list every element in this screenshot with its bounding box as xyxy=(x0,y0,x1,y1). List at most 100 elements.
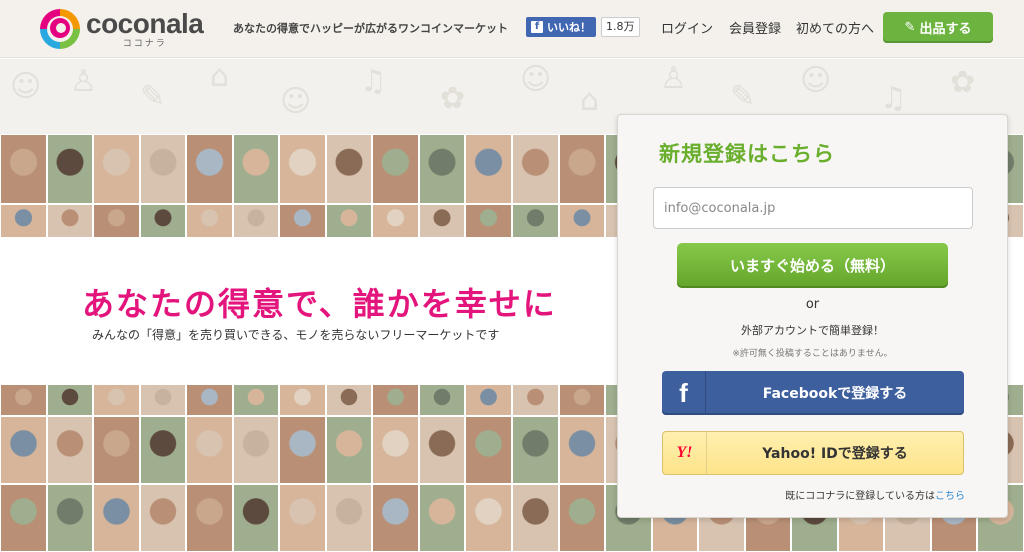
nav-beginners[interactable]: 初めての方へ xyxy=(796,18,874,37)
user-photo xyxy=(139,484,187,552)
coconala-logo-icon xyxy=(40,9,80,49)
or-divider: or xyxy=(805,297,820,312)
email-input[interactable] xyxy=(653,187,973,229)
facebook-register-button[interactable]: f Facebookで登録する xyxy=(662,371,964,415)
yahoo-register-button[interactable]: Y! Yahoo! IDで登録する xyxy=(662,431,964,475)
user-photo xyxy=(325,384,373,416)
user-photo xyxy=(465,416,512,484)
user-photo xyxy=(93,416,140,484)
user-photo xyxy=(0,484,47,552)
user-photo xyxy=(46,204,94,238)
signup-panel: 新規登録はこちら いますぐ始める（無料） or 外部アカウントで簡単登録！ ※許… xyxy=(617,114,1008,518)
user-photo xyxy=(232,384,280,416)
user-photo xyxy=(232,416,280,484)
user-photo xyxy=(46,416,94,484)
user-photo xyxy=(139,384,187,416)
sell-button[interactable]: ✎ 出品する xyxy=(883,12,993,43)
external-account-text: 外部アカウントで簡単登録！ xyxy=(741,324,884,337)
hero-headline: あなたの得意で、誰かを幸せに xyxy=(82,285,557,323)
user-photo xyxy=(512,384,559,416)
yahoo-register-label: Yahoo! IDで登録する xyxy=(762,446,908,462)
user-photo xyxy=(0,134,47,204)
user-photo xyxy=(512,484,559,552)
user-photo xyxy=(93,204,140,238)
user-photo xyxy=(372,204,419,238)
user-photo xyxy=(325,416,373,484)
start-free-button[interactable]: いますぐ始める（無料） xyxy=(677,243,948,288)
user-photo xyxy=(93,384,140,416)
user-photo xyxy=(186,484,233,552)
user-photo xyxy=(139,416,187,484)
user-photo xyxy=(418,484,466,552)
user-photo xyxy=(0,384,47,416)
user-photo xyxy=(232,204,280,238)
user-photo xyxy=(418,204,466,238)
user-photo xyxy=(279,416,326,484)
user-photo xyxy=(46,484,94,552)
user-photo xyxy=(279,384,326,416)
user-photo xyxy=(46,134,94,204)
user-photo xyxy=(465,484,512,552)
sell-button-label: 出品する xyxy=(919,22,972,37)
signup-title: 新規登録はこちら xyxy=(659,142,835,166)
facebook-like-widget[interactable]: f いいね！ 1.8万 xyxy=(526,17,640,37)
user-photo xyxy=(372,134,419,204)
user-photo xyxy=(232,134,280,204)
user-photo xyxy=(279,484,326,552)
facebook-icon: f xyxy=(662,371,706,415)
user-photo xyxy=(232,484,280,552)
site-header: coconala ココナラ あなたの得意でハッピーが広がるワンコインマーケット … xyxy=(0,0,1024,58)
user-photo xyxy=(0,204,47,238)
user-photo xyxy=(93,484,140,552)
user-photo xyxy=(325,204,373,238)
login-prompt: 既にココナラに登録している方は xyxy=(785,491,935,502)
existing-user-line: 既にココナラに登録している方はこちら xyxy=(785,487,965,502)
user-photo xyxy=(279,204,326,238)
nav-register[interactable]: 会員登録 xyxy=(729,18,781,37)
facebook-like-count: 1.8万 xyxy=(601,17,640,37)
user-photo xyxy=(418,416,466,484)
posting-note: ※許可無く投稿することはありません。 xyxy=(732,349,893,359)
user-photo xyxy=(279,134,326,204)
user-photo xyxy=(325,134,373,204)
user-photo xyxy=(558,416,606,484)
nav-login[interactable]: ログイン xyxy=(661,18,713,37)
user-photo xyxy=(418,384,466,416)
user-photo xyxy=(512,134,559,204)
site-tagline: あなたの得意でハッピーが広がるワンコインマーケット xyxy=(233,22,508,35)
user-photo xyxy=(465,384,512,416)
user-photo xyxy=(372,484,419,552)
user-photo xyxy=(186,416,233,484)
user-photo xyxy=(558,204,606,238)
facebook-like-button[interactable]: f いいね！ xyxy=(526,17,596,37)
logo-name: coconala xyxy=(86,7,204,39)
user-photo xyxy=(372,384,419,416)
facebook-register-label: Facebookで登録する xyxy=(762,386,908,402)
user-photo xyxy=(325,484,373,552)
user-photo xyxy=(418,134,466,204)
pencil-icon: ✎ xyxy=(904,20,916,35)
hero-subline: みんなの「得意」を売り買いできる、モノを売らないフリーマーケットです xyxy=(92,328,500,342)
user-photo xyxy=(465,134,512,204)
user-photo xyxy=(186,384,233,416)
user-photo xyxy=(372,416,419,484)
user-photo xyxy=(186,204,233,238)
yahoo-icon: Y! xyxy=(663,432,707,474)
facebook-icon: f xyxy=(531,21,543,33)
coconala-logo[interactable]: coconala ココナラ xyxy=(40,7,204,49)
login-link[interactable]: こちら xyxy=(935,491,965,502)
user-photo xyxy=(558,134,606,204)
user-photo xyxy=(139,134,187,204)
user-photo xyxy=(558,484,606,552)
logo-kana: ココナラ xyxy=(122,38,167,49)
user-photo xyxy=(465,204,512,238)
user-photo xyxy=(512,204,559,238)
user-photo xyxy=(0,416,47,484)
user-photo xyxy=(139,204,187,238)
user-photo xyxy=(93,134,140,204)
user-photo xyxy=(186,134,233,204)
user-photo xyxy=(558,384,606,416)
facebook-like-label: いいね！ xyxy=(547,21,591,34)
user-photo xyxy=(512,416,559,484)
user-photo xyxy=(46,384,94,416)
